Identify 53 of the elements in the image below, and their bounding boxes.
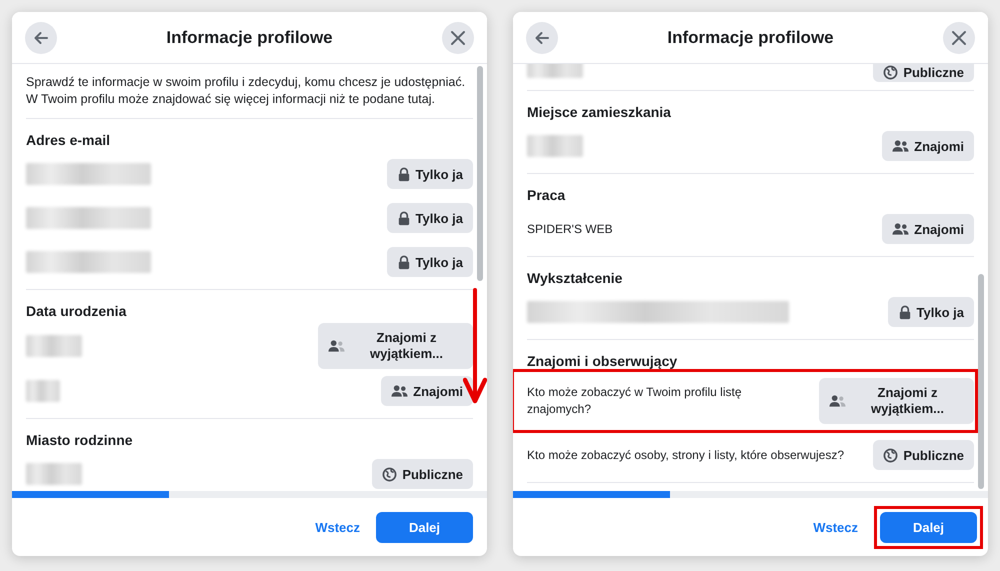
row-text: Kto może zobaczyć osoby, strony i listy, które obserwujesz? — [527, 446, 846, 464]
back-button[interactable] — [25, 22, 57, 54]
section-heading: Znajomi i obserwujący — [527, 353, 678, 369]
blurred-text — [527, 135, 583, 157]
section-heading: Wykształcenie — [527, 270, 624, 286]
globe-icon — [883, 65, 898, 80]
scrollbar-thumb[interactable] — [477, 66, 483, 281]
close-button[interactable] — [943, 22, 975, 54]
close-icon — [449, 28, 467, 46]
people-icon — [892, 139, 910, 153]
audience-button[interactable]: Znajomi — [381, 376, 473, 406]
audience-button[interactable]: Znajomi z wyjątkiem... — [819, 378, 974, 424]
people-icon — [328, 339, 345, 353]
audience-button[interactable]: Tylko ja — [386, 247, 473, 277]
audience-button[interactable]: Tylko ja — [386, 159, 473, 189]
audience-button[interactable]: Publiczne — [873, 440, 974, 470]
audience-button[interactable]: Znajomi — [882, 214, 974, 244]
dialog-title: Informacje profilowe — [667, 28, 834, 48]
blurred-text — [26, 380, 60, 402]
audience-button[interactable]: Publiczne — [372, 459, 473, 489]
people-icon — [391, 384, 408, 398]
audience-button[interactable]: Tylko ja — [386, 203, 473, 233]
audience-button[interactable]: Publiczne — [873, 64, 974, 82]
scrollbar-thumb[interactable] — [978, 274, 984, 489]
audience-button[interactable]: Znajomi z wyjątkiem... — [318, 323, 473, 369]
globe-icon — [883, 448, 898, 462]
people-icon — [829, 394, 846, 408]
lock-icon — [396, 166, 411, 182]
row-text: Kto może zobaczyć w Twoim profilu listę znajomych? — [527, 384, 743, 418]
row-text: SPIDER'S WEB — [527, 220, 614, 238]
close-icon — [950, 28, 968, 46]
blurred-text — [26, 335, 82, 357]
close-button[interactable] — [442, 22, 474, 54]
lock-icon — [396, 254, 411, 270]
globe-icon — [382, 466, 398, 482]
lock-icon — [898, 304, 912, 320]
audience-button[interactable]: Znajomi — [882, 131, 974, 161]
back-link[interactable]: Wstecz — [813, 520, 858, 534]
section-heading: Data urodzenia — [26, 303, 128, 319]
people-icon — [892, 222, 910, 236]
audience-button[interactable]: Tylko ja — [888, 297, 974, 327]
intro-text: Sprawdź te informacje w swoim profilu i zdecyduj, komu chcesz je udostępniać. W Twoim profilu może znajdować się więcej informacji niż te podane tutaj. — [26, 64, 473, 119]
section-heading: Adres e-mail — [26, 132, 112, 148]
back-link[interactable]: Wstecz — [315, 520, 360, 534]
lock-icon — [396, 210, 411, 226]
next-button[interactable]: Dalej — [880, 512, 977, 542]
section-heading: Miejsce zamieszkania — [527, 104, 672, 120]
next-button[interactable]: Dalej — [376, 512, 473, 542]
blurred-text — [26, 463, 82, 485]
dialog-title: Informacje profilowe — [166, 28, 333, 48]
back-button[interactable] — [526, 22, 558, 54]
section-heading: Miasto rodzinne — [26, 432, 134, 448]
section-heading: Praca — [527, 187, 566, 203]
